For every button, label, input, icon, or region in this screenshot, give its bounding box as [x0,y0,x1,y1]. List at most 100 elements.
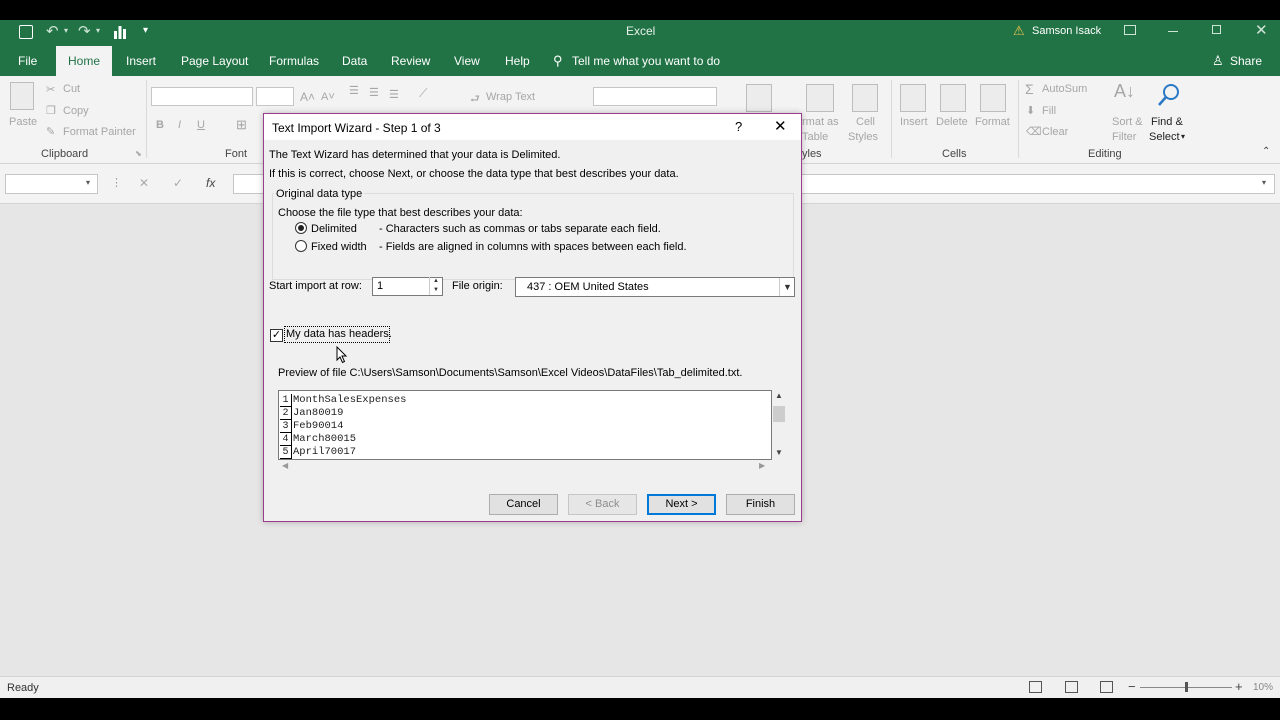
row-spinner-down-icon[interactable]: ▼ [429,286,442,295]
cut-button[interactable]: Cut [63,83,80,95]
borders-icon[interactable]: ⊞ [236,117,247,133]
clipboard-launcher-icon[interactable]: ⬊ [135,149,142,158]
normal-view-icon[interactable] [1029,681,1042,693]
autosum-icon[interactable]: Σ [1025,81,1034,97]
help-button[interactable]: ? [735,119,742,134]
copy-button[interactable]: Copy [63,105,89,117]
collapse-ribbon-icon[interactable]: ⌃ [1262,146,1270,157]
zoom-in-icon[interactable]: + [1235,679,1243,694]
format-as-table-icon[interactable] [806,84,834,112]
page-layout-view-icon[interactable] [1065,681,1078,693]
autosum-button[interactable]: AutoSum [1042,83,1087,95]
redo-dropdown-icon[interactable]: ▾ [96,26,100,35]
confirm-entry-icon[interactable]: ✓ [173,176,183,190]
chart-icon[interactable] [113,25,127,39]
format-painter-button[interactable]: Format Painter [63,126,136,138]
tab-help[interactable]: Help [493,46,542,76]
zoom-level[interactable]: 10% [1253,682,1273,693]
find-select-dropdown-icon[interactable]: ▾ [1181,132,1185,141]
tab-page-layout[interactable]: Page Layout [169,46,260,76]
sort-filter-button[interactable]: Sort & [1112,116,1143,128]
user-name[interactable]: Samson Isack [1032,25,1101,37]
delimited-radio[interactable] [295,222,307,234]
find-select-label-2[interactable]: Select [1149,131,1180,143]
cell-styles-label-2[interactable]: Styles [848,131,878,143]
insert-cells-icon[interactable] [900,84,926,112]
scroll-down-icon[interactable]: ▼ [775,448,783,457]
zoom-out-icon[interactable]: − [1128,679,1136,694]
cell-styles-button[interactable]: Cell [856,116,875,128]
finish-button[interactable]: Finish [726,494,795,515]
clear-button[interactable]: Clear [1042,126,1068,138]
cut-icon[interactable]: ✂ [46,83,55,96]
tab-file[interactable]: File [6,46,49,76]
preview-pane[interactable]: 1 MonthSalesExpenses 2 Jan80019 3 Feb90014 4 Ma… [278,390,772,460]
clear-icon[interactable]: ⌫ [1026,125,1042,138]
tab-formulas[interactable]: Formulas [257,46,331,76]
share-button[interactable]: Share [1230,54,1262,68]
bold-icon[interactable]: B [156,119,164,131]
fill-icon[interactable]: ⬇ [1026,104,1035,117]
redo-icon[interactable]: ↷ [78,22,91,40]
fixed-width-radio[interactable] [295,240,307,252]
fixed-width-label[interactable]: Fixed width [311,241,367,253]
scroll-thumb[interactable] [773,406,785,422]
italic-icon[interactable]: I [178,119,181,131]
copy-icon[interactable]: ❐ [46,104,56,117]
more-options-icon[interactable]: ⋮ [111,176,122,189]
format-cells-icon[interactable] [980,84,1006,112]
headers-checkbox[interactable]: ✓ [270,329,283,342]
tab-data[interactable]: Data [330,46,379,76]
cancel-entry-icon[interactable]: ✕ [139,176,149,190]
tell-me-input[interactable]: Tell me what you want to do [572,54,720,68]
wrap-text-button[interactable]: Wrap Text [486,91,535,103]
tab-insert[interactable]: Insert [114,46,168,76]
orientation-icon[interactable]: ⟋ [419,86,427,101]
customize-toolbar-icon[interactable]: ▾ [143,25,148,36]
paste-button[interactable]: Paste [9,116,37,128]
search-icon[interactable] [1156,82,1182,113]
back-button[interactable]: < Back [568,494,637,515]
page-break-view-icon[interactable] [1100,681,1113,693]
close-dialog-icon[interactable]: ✕ [774,117,787,135]
file-origin-select[interactable]: 437 : OEM United States ▼ [515,277,795,297]
tab-view[interactable]: View [442,46,492,76]
format-cells-button[interactable]: Format [975,116,1010,128]
scroll-left-icon[interactable]: ◀ [282,461,288,470]
align-middle-icon[interactable]: ☰ [369,86,379,99]
save-icon[interactable] [19,25,33,39]
align-bottom-icon[interactable]: ☰ [389,88,399,101]
wrap-text-icon[interactable]: ⮐ [470,90,480,109]
align-top-icon[interactable]: ☰ [349,84,359,97]
number-format-dropdown[interactable] [593,87,717,106]
share-icon[interactable]: ♙ [1212,53,1224,69]
fill-button[interactable]: Fill [1042,105,1056,117]
insert-function-icon[interactable]: fx [206,176,215,190]
restore-icon[interactable] [1212,25,1221,34]
increase-font-icon[interactable]: A˄ [300,90,315,104]
font-size-dropdown[interactable] [256,87,294,106]
next-button[interactable]: Next > [647,494,716,515]
expand-formula-bar-icon[interactable]: ▾ [1262,178,1266,187]
preview-vertical-scrollbar[interactable]: ▲ ▼ [772,390,786,460]
format-as-table-label-2[interactable]: Table [802,131,828,143]
headers-label[interactable]: My data has headers. [286,328,392,340]
delete-cells-button[interactable]: Delete [936,116,968,128]
file-origin-dropdown-icon[interactable]: ▼ [779,278,795,296]
paste-icon[interactable] [10,82,34,110]
undo-dropdown-icon[interactable]: ▾ [64,26,68,35]
tab-home[interactable]: Home [56,46,112,76]
undo-icon[interactable]: ↶ [46,22,59,40]
scroll-up-icon[interactable]: ▲ [775,391,783,400]
decrease-font-icon[interactable]: A˅ [321,91,335,103]
name-box-dropdown-icon[interactable]: ▾ [86,178,90,187]
insert-cells-button[interactable]: Insert [900,116,928,128]
ribbon-display-options-icon[interactable] [1124,25,1136,35]
close-window-icon[interactable]: ✕ [1255,21,1268,39]
zoom-slider-thumb[interactable] [1185,682,1188,692]
underline-icon[interactable]: U [197,119,205,131]
format-painter-icon[interactable]: ✎ [46,125,55,138]
scroll-right-icon[interactable]: ▶ [759,461,765,470]
row-spinner-up-icon[interactable]: ▲ [429,277,442,286]
sort-filter-icon[interactable]: A↓ [1114,81,1135,102]
